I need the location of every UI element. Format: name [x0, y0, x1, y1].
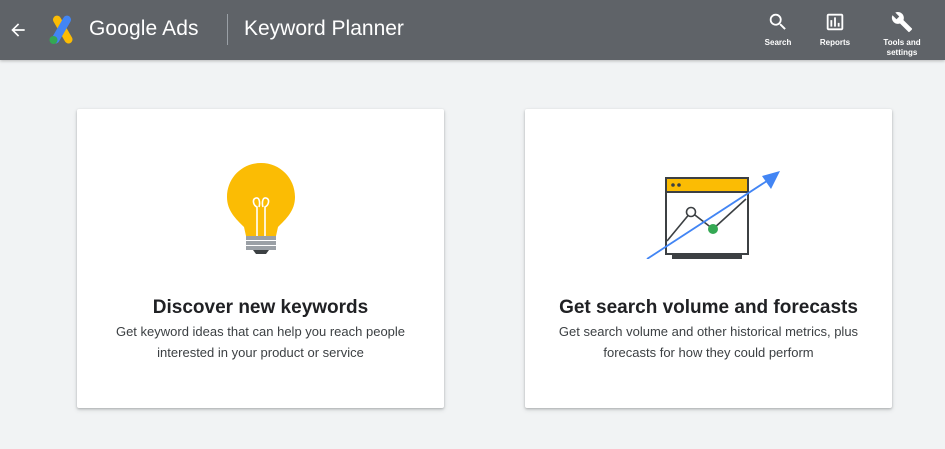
card-description: Get search volume and other historical m… — [558, 324, 859, 360]
card-title: Discover new keywords — [152, 297, 369, 318]
page-title: Keyword Planner — [244, 17, 404, 40]
reports-tool-label: Reports — [819, 38, 851, 47]
wrench-icon — [891, 12, 913, 33]
google-ads-logo — [49, 15, 73, 44]
lightbulb-icon — [227, 163, 295, 254]
card-description: Get keyword ideas that can help you reac… — [115, 324, 406, 360]
search-volume-forecasts-card[interactable]: Get search volume and forecasts Get sear… — [525, 109, 892, 408]
discover-keywords-card[interactable]: Discover new keywords Get keyword ideas … — [77, 109, 444, 408]
product-name[interactable]: Google Ads — [89, 16, 199, 42]
card-title: Get search volume and forecasts — [559, 297, 858, 318]
arrow-left-icon — [11, 23, 25, 37]
header-divider — [227, 14, 228, 45]
reports-tool-button[interactable]: Reports — [805, 10, 865, 48]
top-app-bar: Google Ads Keyword Planner Search Report… — [0, 0, 945, 60]
forecast-chart-icon — [646, 171, 780, 259]
search-tool-label: Search — [764, 38, 792, 47]
bar-chart-icon — [826, 13, 844, 31]
tools-and-settings-label: Tools and settings — [883, 38, 921, 57]
back-button[interactable] — [6, 18, 30, 42]
search-icon — [769, 13, 786, 30]
tools-and-settings-button[interactable]: Tools and settings — [872, 10, 932, 58]
search-tool-button[interactable]: Search — [748, 10, 808, 48]
